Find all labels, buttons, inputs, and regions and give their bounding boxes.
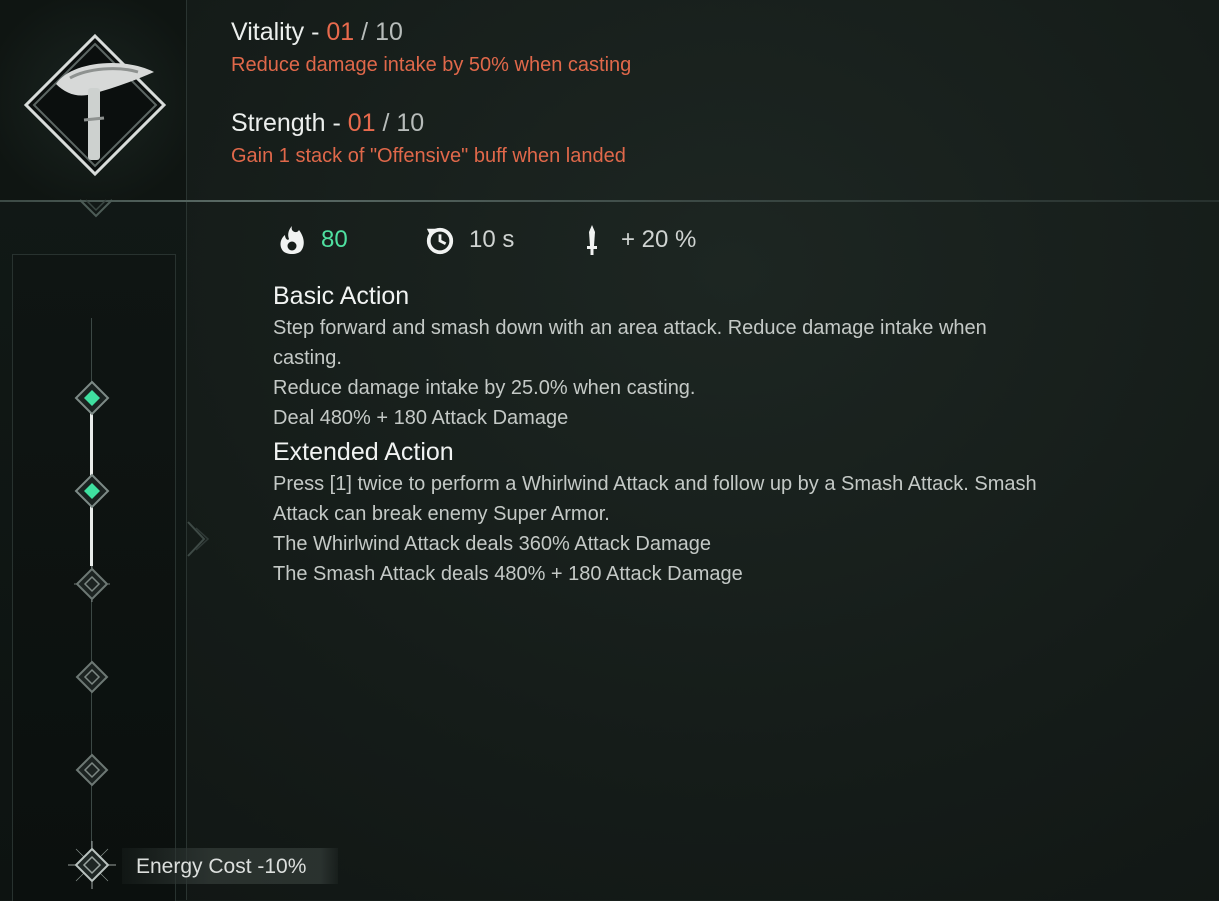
attribute-strength-effect: Gain 1 stack of "Offensive" buff when la… (231, 145, 626, 167)
divider-chevron-icon (79, 199, 113, 218)
energy-value: 80 (321, 226, 348, 253)
progression-node-4[interactable] (74, 659, 110, 695)
skill-icon-frame (0, 0, 186, 200)
progression-node-1[interactable] (74, 380, 110, 416)
extended-action-line: Press [1] twice to perform a Whirlwind A… (273, 473, 1037, 495)
warhammer-icon[interactable] (22, 32, 168, 178)
flame-icon (280, 226, 304, 254)
attribute-name: Vitality (231, 18, 305, 46)
progression-node-2[interactable] (74, 473, 110, 509)
attribute-current: 01 (347, 109, 376, 137)
stat-energy: 80 (277, 222, 348, 258)
stat-damage-bonus: + 20 % (577, 222, 696, 258)
header-divider (0, 200, 1219, 202)
locked-diamond-icon (75, 660, 109, 694)
attribute-max: 10 (375, 18, 403, 46)
extended-action-line: The Smash Attack deals 480% + 180 Attack… (273, 563, 743, 585)
progression-node-3[interactable] (74, 566, 110, 602)
active-diamond-icon (74, 473, 110, 509)
extended-action-line: The Whirlwind Attack deals 360% Attack D… (273, 533, 711, 555)
selected-upgrade-label: Energy Cost -10% (136, 855, 307, 878)
expand-chevron-icon[interactable] (184, 518, 214, 560)
attribute-max: 10 (396, 109, 425, 137)
cooldown-clock-icon (426, 227, 454, 255)
cooldown-value: 10 s (469, 226, 515, 253)
extended-action-line: Attack can break enemy Super Armor. (273, 503, 610, 525)
progression-node-6[interactable] (68, 841, 116, 889)
dagger-icon (587, 225, 597, 255)
locked-diamond-icon (74, 566, 110, 602)
basic-action-line: casting. (273, 347, 342, 369)
basic-action-title: Basic Action (273, 282, 410, 310)
basic-action-line: Step forward and smash down with an area… (273, 317, 987, 339)
basic-action-line: Reduce damage intake by 25.0% when casti… (273, 377, 696, 399)
locked-diamond-icon (75, 753, 109, 787)
basic-action-line: Deal 480% + 180 Attack Damage (273, 407, 569, 429)
attribute-current: 01 (326, 18, 355, 46)
attribute-strength: Strength - 01 / 10 (231, 109, 425, 137)
attribute-vitality: Vitality - 01 / 10 (231, 18, 403, 46)
progression-node-5[interactable] (74, 752, 110, 788)
stat-cooldown: 10 s (425, 222, 514, 258)
active-diamond-icon (74, 380, 110, 416)
attribute-name: Strength (231, 109, 326, 137)
selected-diamond-icon (68, 841, 116, 889)
attribute-vitality-effect: Reduce damage intake by 50% when casting (231, 54, 632, 76)
damage-bonus-value: + 20 % (621, 226, 697, 253)
extended-action-title: Extended Action (273, 438, 454, 466)
